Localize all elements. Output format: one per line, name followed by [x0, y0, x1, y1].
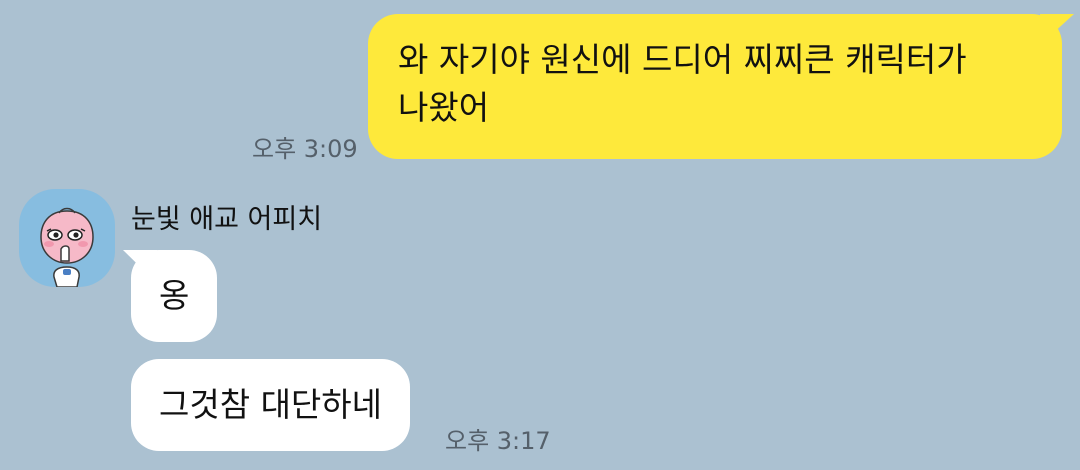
apeach-avatar-icon — [40, 207, 94, 287]
incoming-message-text: 옹 — [159, 276, 190, 315]
message-timestamp: 오후 3:09 — [252, 135, 358, 163]
outgoing-message-text: 와 자기야 원신에 드디어 찌찌큰 캐릭터가 나왔어 — [398, 40, 967, 127]
outgoing-message-bubble[interactable]: 와 자기야 원신에 드디어 찌찌큰 캐릭터가 나왔어 — [368, 14, 1062, 159]
sender-name: 눈빛 애교 어피치 — [131, 204, 323, 235]
incoming-message-text: 그것참 대단하네 — [159, 385, 383, 424]
sender-avatar[interactable] — [19, 189, 115, 287]
incoming-message-bubble[interactable]: 그것참 대단하네 — [131, 359, 411, 451]
message-timestamp: 오후 3:17 — [445, 427, 551, 455]
incoming-message-bubble[interactable]: 옹 — [131, 250, 218, 342]
